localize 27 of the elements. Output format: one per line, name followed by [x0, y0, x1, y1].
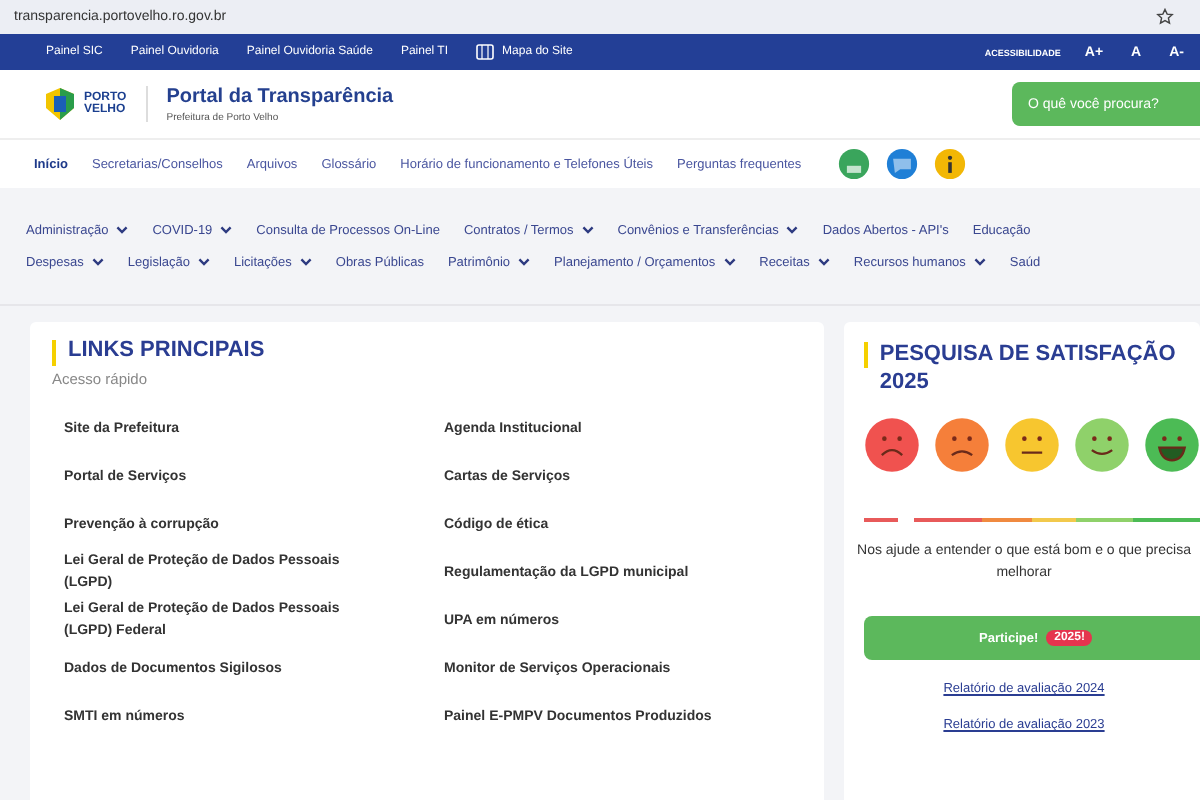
chevron-down-icon [116, 226, 129, 234]
rating-face-icon[interactable] [1144, 416, 1200, 474]
message-icon[interactable] [885, 148, 918, 180]
section-title: LINKS PRINCIPAIS [68, 338, 265, 362]
chevron-down-icon [220, 226, 233, 234]
rating-face-icon[interactable] [1074, 416, 1130, 474]
rating-face-icon[interactable] [1004, 416, 1060, 474]
rating-face-icon[interactable] [864, 416, 920, 474]
chevron-down-icon [581, 226, 594, 234]
chevron-down-icon [518, 258, 531, 266]
info-icon[interactable] [933, 148, 966, 180]
accent-bar [52, 340, 56, 366]
accent-bar [864, 342, 868, 368]
chat-icon[interactable] [837, 148, 870, 180]
chevron-down-icon [786, 226, 799, 234]
rating-face-icon[interactable] [934, 416, 990, 474]
portal-title: Portal da Transparência [166, 85, 394, 107]
chevron-down-icon [973, 258, 986, 266]
star-icon[interactable] [1156, 8, 1174, 26]
chevron-down-icon [723, 258, 736, 266]
chevron-down-icon [197, 258, 210, 266]
shield-icon [42, 86, 78, 122]
chevron-down-icon [299, 258, 312, 266]
chevron-down-icon [91, 258, 104, 266]
section-title: PESQUISA DE SATISFAÇÃO 2025 [879, 340, 1178, 396]
chevron-down-icon [817, 258, 830, 266]
map-icon [476, 44, 495, 60]
